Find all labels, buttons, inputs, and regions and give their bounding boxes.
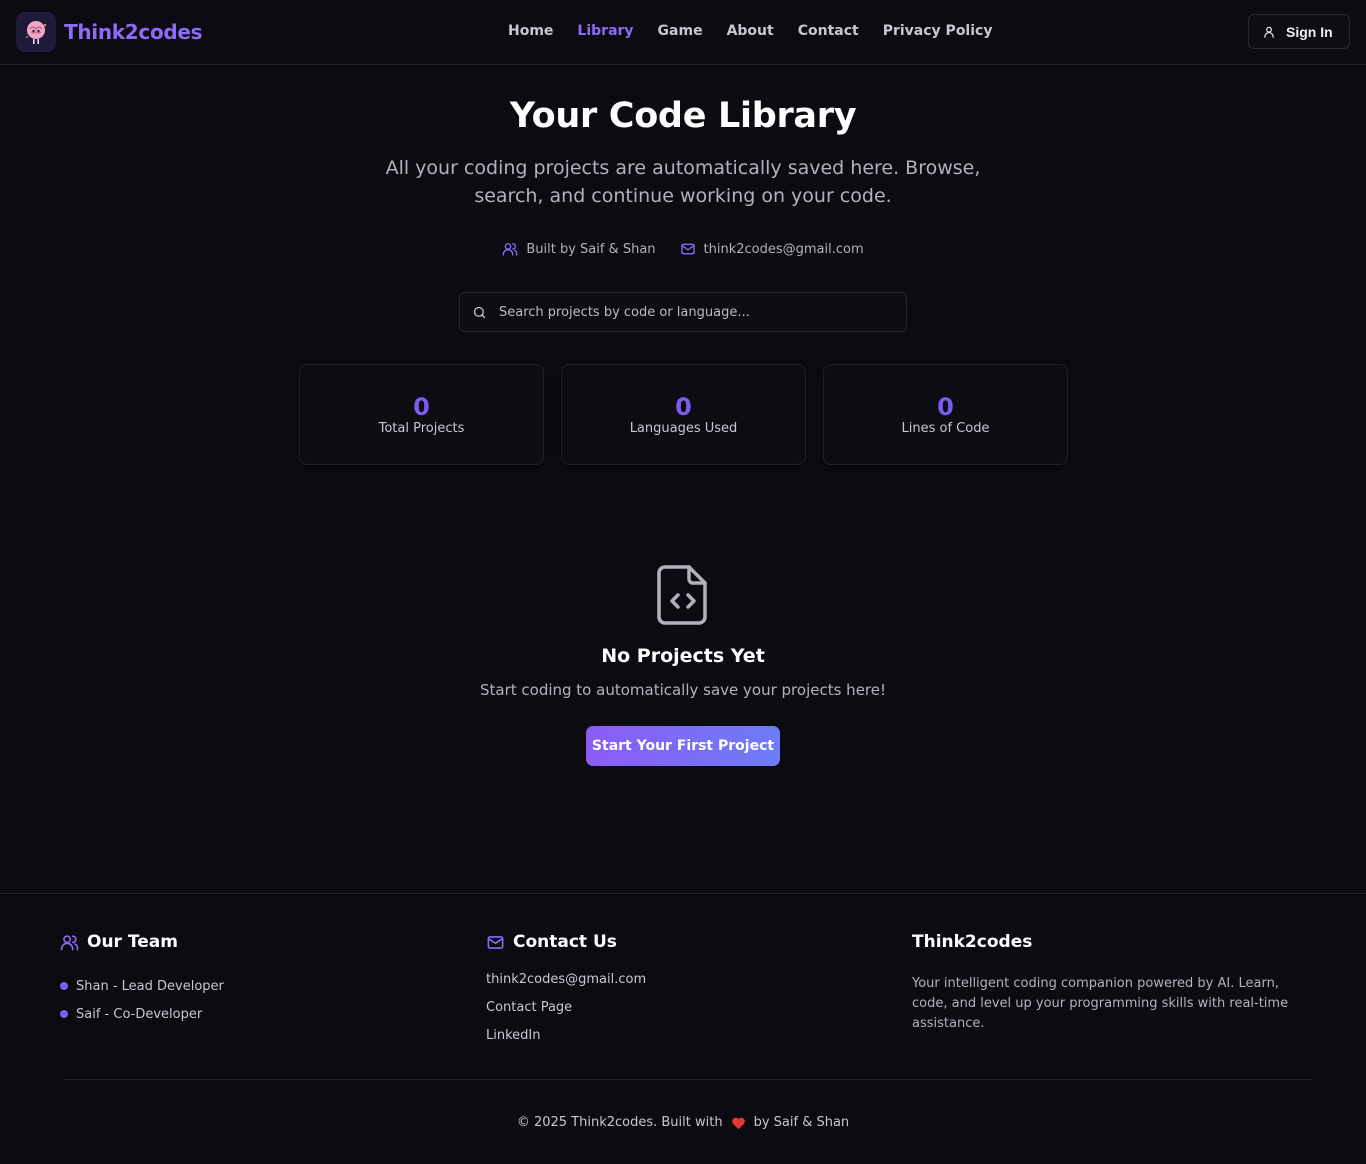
footer-team-heading-text: Our Team [87,932,178,952]
empty-state-title: No Projects Yet [601,645,765,667]
stat-languages-used: 0 Languages Used [561,364,806,465]
footer-contact-page-link[interactable]: Contact Page [486,1000,646,1028]
bullet-dot-icon [60,982,68,990]
team-list: Shan - Lead Developer Saif - Co-Develope… [60,972,224,1028]
stat-value: 0 [937,393,954,421]
list-item: Saif - Co-Developer [60,1000,224,1028]
stat-total-projects: 0 Total Projects [299,364,544,465]
start-first-project-button[interactable]: Start Your First Project [586,726,780,766]
nav-link-about[interactable]: About [727,23,774,39]
stats-row: 0 Total Projects 0 Languages Used 0 Line… [299,364,1068,465]
footer-about-text: Your intelligent coding companion powere… [912,976,1289,1031]
team-member: Saif - Co-Developer [76,1006,203,1022]
footer-team-heading: Our Team [60,932,224,952]
footer-linkedin-link[interactable]: LinkedIn [486,1028,646,1056]
contact-email[interactable]: think2codes@gmail.com [680,241,864,257]
nav-link-privacy-policy[interactable]: Privacy Policy [883,23,993,39]
copyright-prefix: © 2025 Think2codes. Built with [516,1115,723,1130]
brand-name[interactable]: Think2codes [64,20,203,44]
main-nav: Home Library Game About Contact Privacy … [508,23,1016,39]
footer-contact: Contact Us think2codes@gmail.com Contact… [486,932,646,1056]
footer-about: Think2codes Your intelligent coding comp… [912,932,1312,1034]
sign-in-button[interactable]: Sign In [1248,14,1350,49]
contact-links: think2codes@gmail.com Contact Page Linke… [486,972,646,1056]
nav-link-library[interactable]: Library [577,23,633,39]
user-icon [1264,26,1274,38]
footer-email-link[interactable]: think2codes@gmail.com [486,972,646,1000]
list-item: Shan - Lead Developer [60,972,224,1000]
contact-email-text[interactable]: think2codes@gmail.com [704,242,864,257]
stat-label: Total Projects [378,421,465,436]
copyright-suffix: by Saif & Shan [753,1115,850,1130]
mail-icon [680,243,695,255]
brand-logo[interactable] [16,12,56,52]
stat-value: 0 [675,393,692,421]
footer-about-heading: Think2codes [912,932,1033,952]
page-subtitle: All your coding projects are automatical… [385,157,981,207]
search-bar [459,292,907,332]
bullet-dot-icon [60,1010,68,1018]
team-member: Shan - Lead Developer [76,978,224,994]
page-title: Your Code Library [509,96,857,136]
nav-link-game[interactable]: Game [658,23,703,39]
search-icon [473,306,486,318]
mail-icon [487,935,504,949]
copyright: © 2025 Think2codes. Built with by Saif &… [0,1115,1366,1130]
sign-in-label: Sign In [1286,23,1333,40]
users-icon [60,934,79,950]
stat-label: Lines of Code [901,421,990,436]
empty-state-subtitle: Start coding to automatically save your … [479,681,886,699]
nav-link-contact[interactable]: Contact [798,23,859,39]
hero-meta: Built by Saif & Shan think2codes@gmail.c… [0,241,1366,257]
heart-icon [731,1117,745,1129]
stat-lines-of-code: 0 Lines of Code [823,364,1068,465]
footer-contact-heading-text: Contact Us [513,932,617,952]
stat-value: 0 [413,393,430,421]
users-icon [502,243,518,256]
file-code-icon [657,564,709,630]
brain-mascot-icon [26,21,46,44]
built-by: Built by Saif & Shan [502,241,656,257]
footer-team: Our Team Shan - Lead Developer Saif - Co… [60,932,224,1028]
built-by-text: Built by Saif & Shan [526,241,656,257]
stat-label: Languages Used [629,421,738,436]
footer-contact-heading: Contact Us [486,932,646,952]
nav-link-home[interactable]: Home [508,23,553,39]
footer-divider [64,1079,1312,1080]
top-nav: Think2codes Home Library Game About Cont… [0,0,1366,65]
search-input[interactable] [499,304,879,320]
footer: Our Team Shan - Lead Developer Saif - Co… [0,893,1366,1164]
